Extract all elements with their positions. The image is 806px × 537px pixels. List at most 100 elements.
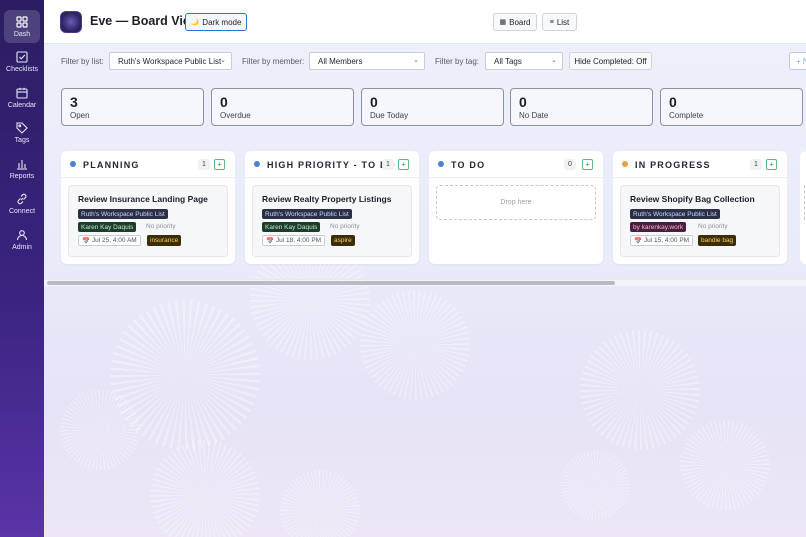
user-icon [16, 229, 28, 240]
moon-icon: 🌙 [190, 19, 200, 26]
card-list-chip: Ruth's Workspace Public List [630, 209, 720, 219]
sidebar: Dash Checklists Calendar Tags Reports Co… [0, 0, 44, 537]
calendar-icon [16, 87, 28, 99]
sidebar-item-tags[interactable]: Tags [4, 117, 40, 150]
column-status-dot [622, 161, 628, 167]
sidebar-item-admin[interactable]: Admin [4, 223, 40, 256]
column-header: HIGH PRIORITY - TO DO 1 + [245, 151, 419, 178]
column-count-badge: 1 [198, 159, 210, 170]
bar-chart-icon [17, 159, 27, 170]
board-view-button[interactable]: ▦ Board [493, 13, 537, 31]
sidebar-item-label: Connect [8, 208, 36, 215]
filter-bar: Filter by list: Ruth's Workspace Public … [44, 44, 806, 78]
list-view-label: List [556, 17, 570, 27]
card-member-chip: by karenkay.work [630, 222, 687, 232]
list-icon: ≡ [549, 18, 554, 26]
card-tag: bandie bag [698, 235, 737, 246]
background-pattern [110, 300, 260, 450]
board-icon: ▦ [499, 19, 507, 26]
background-pattern [360, 290, 470, 400]
stat-label: No Date [519, 111, 549, 120]
board-column-to-do: TO DO 0 + Drop here [429, 151, 603, 264]
card-due-date-text: Jul 18, 4:00 PM [275, 237, 322, 244]
hide-completed-toggle[interactable]: Hide Completed: Off [569, 52, 652, 70]
column-count-badge: 1 [382, 159, 394, 170]
column-status-dot [254, 161, 260, 167]
add-new-button[interactable]: + N [789, 52, 806, 70]
card-due-date-text: Jul 15, 4:00 PM [643, 237, 690, 244]
card-member-chip: Karen Kay Daquis [78, 222, 137, 232]
add-card-button[interactable]: + [766, 159, 777, 170]
filter-member-select[interactable]: All Members ⌄ [309, 52, 425, 70]
board-column-high-priority: HIGH PRIORITY - TO DO 1 + Review Realty … [245, 151, 419, 264]
card-list-chip: Ruth's Workspace Public List [262, 209, 352, 219]
card-priority: No priority [146, 223, 176, 230]
filter-member-label: Filter by member: [242, 57, 305, 66]
stat-card-open: 3 Open [61, 88, 204, 126]
sidebar-item-checklists[interactable]: Checklists [4, 46, 40, 79]
sidebar-item-reports[interactable]: Reports [4, 152, 40, 185]
filter-list-label: Filter by list: [61, 57, 104, 66]
board-column-planning: PLANNING 1 + Review Insurance Landing Pa… [61, 151, 235, 264]
column-title: TO DO [451, 160, 486, 170]
scrollbar-thumb[interactable] [47, 281, 615, 285]
board-column-in-progress: IN PROGRESS 1 + Review Shopify Bag Colle… [613, 151, 787, 264]
card-title: Review Realty Property Listings [262, 194, 392, 204]
background-pattern [280, 470, 360, 537]
card-member-chip: Karen Kay Daquis [262, 222, 321, 232]
filter-list-select[interactable]: Ruth's Workspace Public List ⌄ [109, 52, 232, 70]
background-pattern [560, 450, 630, 520]
stat-value: 0 [669, 94, 677, 110]
stat-card-no-date: 0 No Date [510, 88, 653, 126]
sidebar-item-calendar[interactable]: Calendar [4, 81, 40, 114]
background-pattern [150, 440, 260, 537]
tag-icon [16, 122, 28, 134]
task-card[interactable]: Review Shopify Bag Collection Ruth's Wor… [620, 185, 780, 257]
column-header: TO DO 0 + [429, 151, 603, 178]
sidebar-item-connect[interactable]: Connect [4, 188, 40, 221]
stat-label: Due Today [370, 111, 409, 120]
sidebar-item-label: Calendar [7, 101, 37, 109]
add-card-button[interactable]: + [214, 159, 225, 170]
sidebar-item-label: Checklists [6, 66, 38, 73]
card-title: Review Insurance Landing Page [78, 194, 208, 204]
task-card[interactable]: Review Realty Property Listings Ruth's W… [252, 185, 412, 257]
filter-list-value: Ruth's Workspace Public List [118, 56, 222, 66]
card-priority: No priority [330, 223, 360, 230]
card-due-date: 📅 Jul 15, 4:00 PM [630, 235, 694, 246]
card-priority: No priority [698, 223, 728, 230]
sidebar-item-label: Admin [12, 243, 32, 251]
sidebar-item-label: Tags [14, 137, 30, 144]
card-list-chip: Ruth's Workspace Public List [78, 209, 168, 219]
chevron-down-icon: ⌄ [220, 57, 226, 64]
drop-zone[interactable]: Drop here [436, 185, 596, 220]
chevron-down-icon: ⌄ [413, 57, 419, 64]
column-title: IN PROGRESS [635, 160, 711, 170]
stat-card-due-today: 0 Due Today [361, 88, 504, 126]
card-due-date-text: Jul 25, 4:00 AM [91, 237, 137, 244]
column-count-badge: 0 [564, 159, 576, 170]
column-title: HIGH PRIORITY - TO DO [267, 160, 396, 170]
filter-tag-select[interactable]: All Tags ⌄ [485, 52, 563, 70]
sidebar-item-dash[interactable]: Dash [4, 10, 40, 43]
app-logo [60, 11, 82, 33]
background-pattern [580, 330, 700, 450]
background-pattern [680, 420, 770, 510]
add-card-button[interactable]: + [398, 159, 409, 170]
filter-tag-label: Filter by tag: [435, 57, 480, 66]
task-card[interactable]: Review Insurance Landing Page Ruth's Wor… [68, 185, 228, 257]
stat-value: 0 [220, 94, 228, 110]
dark-mode-button[interactable]: 🌙 Dark mode [185, 13, 247, 31]
column-status-dot [70, 161, 76, 167]
stat-value: 0 [370, 94, 378, 110]
chevron-down-icon: ⌄ [551, 57, 557, 64]
filter-member-value: All Members [318, 56, 363, 66]
list-view-button[interactable]: ≡ List [542, 13, 577, 31]
column-count-badge: 1 [750, 159, 762, 170]
card-tag: insurance [147, 235, 182, 246]
add-card-button[interactable]: + [582, 159, 593, 170]
checklist-icon [16, 51, 28, 63]
sidebar-item-label: Dash [13, 30, 31, 38]
horizontal-scrollbar[interactable] [44, 279, 806, 286]
filter-tag-value: All Tags [494, 56, 522, 66]
